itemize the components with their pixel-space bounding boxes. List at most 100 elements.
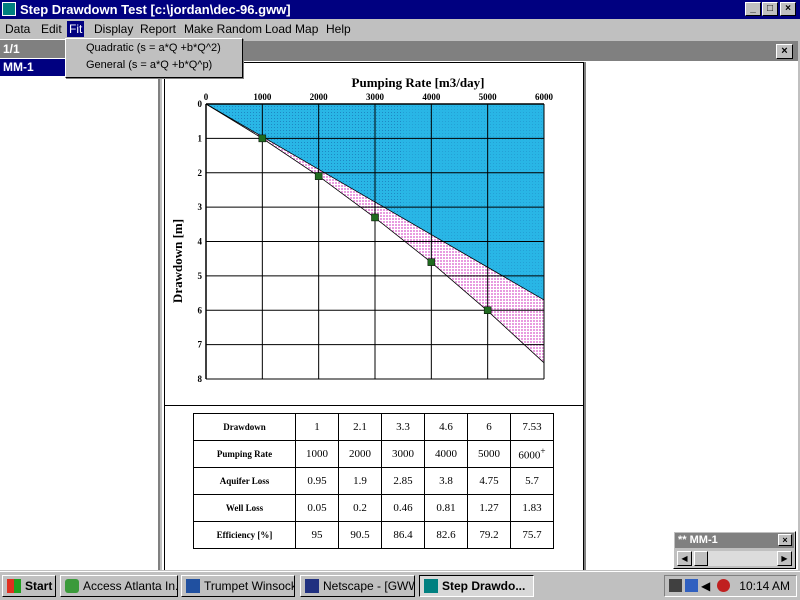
step-drawdown-icon bbox=[424, 579, 438, 593]
winsock-icon bbox=[186, 579, 200, 593]
taskbar-access-atlanta[interactable]: Access Atlanta In... bbox=[60, 575, 178, 597]
table-cell: 3000 bbox=[381, 440, 425, 468]
table-cell: 0.2 bbox=[338, 494, 382, 522]
minimized-well-window[interactable]: ** MM-1 × ◀ ▶ bbox=[673, 531, 796, 569]
start-label: Start bbox=[25, 579, 53, 593]
scroll-left-button[interactable]: ◀ bbox=[677, 551, 692, 566]
table-cell: 1.83 bbox=[510, 494, 554, 522]
child-close-button[interactable]: × bbox=[776, 44, 793, 59]
table-cell: 0.81 bbox=[424, 494, 468, 522]
volume-icon[interactable]: ◀ bbox=[701, 579, 710, 593]
app-icon bbox=[2, 2, 16, 16]
table-cell: 79.2 bbox=[467, 521, 511, 549]
menu-data[interactable]: Data bbox=[3, 21, 32, 37]
netscape-icon bbox=[305, 579, 319, 593]
menu-fit[interactable]: Fit bbox=[67, 21, 85, 37]
window-title: Step Drawdown Test [c:\jordan\dec-96.gww… bbox=[20, 2, 291, 17]
table-cell: 4000 bbox=[424, 440, 468, 468]
table-cell: 2.85 bbox=[381, 467, 425, 495]
table-row: Aquifer Loss 0.95 1.9 2.85 3.8 4.75 5.7 bbox=[193, 467, 554, 495]
table-cell: 1.27 bbox=[467, 494, 511, 522]
row-label: Well Loss bbox=[193, 494, 296, 522]
menu-report[interactable]: Report bbox=[138, 21, 178, 37]
table-cell: 5.7 bbox=[510, 467, 554, 495]
splitter[interactable] bbox=[584, 62, 586, 570]
x-tick-label: 5000 bbox=[479, 92, 498, 102]
y-tick-label: 0 bbox=[198, 99, 203, 109]
table-cell: 1.9 bbox=[338, 467, 382, 495]
y-tick-label: 8 bbox=[198, 374, 203, 384]
table-row: Drawdown 1 2.1 3.3 4.6 6 7.53 bbox=[193, 413, 554, 441]
data-point bbox=[427, 258, 436, 266]
x-tick-label: 6000 bbox=[535, 92, 554, 102]
y-tick-label: 5 bbox=[198, 271, 203, 281]
table-cell: 75.7 bbox=[510, 521, 554, 549]
table-cell: 4.75 bbox=[467, 467, 511, 495]
fit-general-item[interactable]: General (s = a*Q +b*Q^p) bbox=[86, 59, 212, 71]
taskbar-trumpet-winsock[interactable]: Trumpet Winsock bbox=[181, 575, 295, 597]
title-bar: Step Drawdown Test [c:\jordan\dec-96.gww… bbox=[0, 0, 800, 19]
menu-edit[interactable]: Edit bbox=[39, 21, 64, 37]
data-point bbox=[371, 213, 379, 222]
menu-load-map[interactable]: Load Map bbox=[263, 21, 320, 37]
y-tick-label: 7 bbox=[198, 340, 203, 350]
table-cell: 2000 bbox=[338, 440, 382, 468]
data-point bbox=[258, 134, 267, 143]
x-tick-label: 3000 bbox=[366, 92, 385, 102]
table-cell: 1000 bbox=[295, 440, 339, 468]
table-cell: 90.5 bbox=[338, 521, 382, 549]
monitor-icon[interactable] bbox=[685, 579, 698, 592]
maximize-button[interactable]: □ bbox=[762, 2, 778, 16]
table-row: Pumping Rate 1000 2000 3000 4000 5000 6000+ bbox=[193, 440, 554, 468]
x-tick-label: 4000 bbox=[422, 92, 441, 102]
horizontal-scrollbar[interactable]: ◀ ▶ bbox=[677, 551, 792, 566]
table-row: Well Loss 0.05 0.2 0.46 0.81 1.27 1.83 bbox=[193, 494, 554, 522]
menu-bar: Data Edit Fit Display Report Make Random… bbox=[0, 19, 800, 39]
taskbar-label: Step Drawdo... bbox=[442, 579, 526, 593]
close-button[interactable]: × bbox=[780, 2, 796, 16]
taskbar-label: Access Atlanta In... bbox=[83, 579, 178, 593]
table-cell: 6000+ bbox=[510, 440, 554, 468]
taskbar: Start Access Atlanta In... Trumpet Winso… bbox=[0, 571, 800, 600]
network-icon[interactable] bbox=[669, 579, 682, 592]
table-cell: 86.4 bbox=[381, 521, 425, 549]
row-label: Aquifer Loss bbox=[193, 467, 296, 495]
y-tick-label: 2 bbox=[198, 168, 203, 178]
table-cell: 2.1 bbox=[338, 413, 382, 441]
x-tick-label: 2000 bbox=[310, 92, 329, 102]
table-cell: 0.05 bbox=[295, 494, 339, 522]
table-cell: 7.53 bbox=[510, 413, 554, 441]
results-table: Drawdown 1 2.1 3.3 4.6 6 7.53 Pumping Rate 1000 2… bbox=[193, 413, 554, 549]
data-point bbox=[314, 172, 323, 180]
y-tick-label: 1 bbox=[198, 133, 203, 143]
table-cell: 5000 bbox=[467, 440, 511, 468]
scroll-thumb[interactable] bbox=[694, 551, 708, 566]
taskbar-netscape[interactable]: Netscape - [GWW] bbox=[300, 575, 415, 597]
table-cell: 6 bbox=[467, 413, 511, 441]
extrapolated-marker: + bbox=[540, 446, 546, 457]
child-window-titlebar bbox=[162, 41, 798, 61]
minimize-button[interactable]: _ bbox=[745, 2, 761, 16]
row-label: Efficiency [%] bbox=[193, 521, 296, 549]
app-tray-icon[interactable] bbox=[717, 579, 730, 592]
fit-quadratic-item[interactable]: Quadratic (s = a*Q +b*Q^2) bbox=[86, 42, 221, 54]
minimized-window-close-button[interactable]: × bbox=[778, 534, 792, 546]
table-cell: 0.95 bbox=[295, 467, 339, 495]
row-label: Drawdown bbox=[193, 413, 296, 441]
scroll-right-button[interactable]: ▶ bbox=[777, 551, 792, 566]
menu-help[interactable]: Help bbox=[324, 21, 353, 37]
table-cell: 4.6 bbox=[424, 413, 468, 441]
table-cell: 95 bbox=[295, 521, 339, 549]
clock[interactable]: 10:14 AM bbox=[739, 579, 790, 593]
menu-make-random[interactable]: Make Random bbox=[182, 21, 264, 37]
x-tick-label: 0 bbox=[204, 92, 209, 102]
table-cell: 3.3 bbox=[381, 413, 425, 441]
start-button[interactable]: Start bbox=[2, 575, 56, 597]
windows-logo-icon bbox=[7, 579, 21, 593]
y-axis-title: Drawdown [m] bbox=[170, 219, 185, 303]
taskbar-label: Trumpet Winsock bbox=[204, 579, 295, 593]
menu-display[interactable]: Display bbox=[92, 21, 135, 37]
y-tick-label: 6 bbox=[198, 305, 203, 315]
table-cell: 82.6 bbox=[424, 521, 468, 549]
taskbar-step-drawdown[interactable]: Step Drawdo... bbox=[419, 575, 534, 597]
